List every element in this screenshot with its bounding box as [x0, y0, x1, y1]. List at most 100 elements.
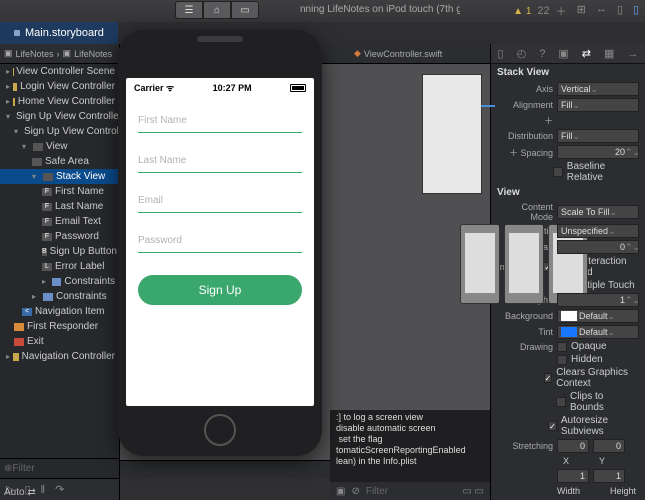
email-field[interactable]: [138, 189, 302, 213]
checkbox-ctb[interactable]: [556, 397, 566, 407]
size-inspector-icon[interactable]: ▦: [604, 47, 614, 60]
debug-console[interactable]: :] to log a screen view disable automati…: [330, 410, 490, 482]
checkbox-cgc[interactable]: [544, 373, 553, 383]
toolbar-btn-home[interactable]: ⌂: [203, 1, 231, 19]
step-over-icon[interactable]: ↷: [55, 483, 64, 496]
storyboard-icon: [14, 30, 20, 36]
panel-right-icon[interactable]: ▯: [633, 3, 639, 19]
nav-breadcrumb[interactable]: ▣ LifeNotes › ▣ LifeNotes: [0, 44, 119, 64]
label-alignment: Alignment: [497, 100, 553, 110]
outline-error-label[interactable]: LError Label: [0, 259, 119, 274]
checkbox-opaque[interactable]: [557, 342, 567, 352]
console-filter[interactable]: Filter: [366, 486, 388, 497]
textfield-icon: F: [42, 233, 52, 241]
constraints-icon: [52, 278, 61, 286]
identity-inspector-icon[interactable]: ▣: [558, 47, 568, 60]
scene-login-vc[interactable]: ▸Login View Controller: [0, 79, 119, 94]
select-contentmode[interactable]: Scale To Fill⌄: [557, 205, 639, 219]
breadcrumb-project[interactable]: LifeNotes: [16, 49, 54, 59]
scene-icon: [13, 83, 17, 91]
label-distribution: Distribution: [497, 131, 553, 141]
outline-tf-email[interactable]: FEmail Text: [0, 214, 119, 229]
plus-icon[interactable]: ＋: [556, 3, 567, 19]
password-field[interactable]: [138, 229, 302, 253]
signup-button[interactable]: Sign Up: [138, 275, 302, 305]
select-background[interactable]: Default⌄: [557, 309, 639, 323]
outline-exit[interactable]: Exit: [0, 334, 119, 349]
checkbox-ars[interactable]: [548, 421, 557, 431]
checkbox-baseline[interactable]: [553, 167, 562, 177]
outline-constraints[interactable]: ▸Constraints: [0, 289, 119, 304]
canvas-device-1[interactable]: [460, 224, 500, 304]
input-stretch-h[interactable]: 1: [593, 469, 625, 483]
scene-view-controller[interactable]: ▸View Controller Scene: [0, 64, 119, 79]
outline-tf-last[interactable]: FLast Name: [0, 199, 119, 214]
scene-nav-controller[interactable]: ▸Navigation Controller: [0, 349, 119, 364]
last-name-field[interactable]: [138, 149, 302, 173]
panel-left-icon[interactable]: ▯: [617, 3, 623, 19]
input-stretch-w[interactable]: 1: [557, 469, 589, 483]
breadcrumb-group[interactable]: LifeNotes: [74, 49, 112, 59]
review-icon[interactable]: ↔: [596, 3, 607, 19]
textfield-icon: F: [42, 203, 52, 211]
outline-first-responder[interactable]: First Responder: [0, 319, 119, 334]
console-panels-icon[interactable]: ▭ ▭: [462, 486, 484, 497]
checkbox-hidden[interactable]: [557, 355, 567, 365]
toolbar-btn-standard[interactable]: ☰: [175, 1, 203, 19]
connections-inspector-icon[interactable]: →: [627, 48, 638, 60]
outline-tf-first[interactable]: FFirst Name: [0, 184, 119, 199]
label-contentmode: Content Mode: [497, 202, 553, 222]
outline-signup-vc[interactable]: ▾Sign Up View Controller: [0, 124, 119, 139]
textfield-icon: F: [42, 218, 52, 226]
scene-icon: [13, 353, 18, 361]
main-toolbar: ☰ ⌂ ▭ nning LifeNotes on iPod touch (7th…: [0, 0, 645, 22]
scene-home-vc[interactable]: ▸Home View Controller: [0, 94, 119, 109]
canvas-preview-large[interactable]: [422, 74, 482, 194]
warning-badge[interactable]: ▲ 1: [513, 6, 531, 17]
help-inspector-icon[interactable]: ?: [539, 48, 545, 60]
input-spacing[interactable]: 20⌃⌄: [557, 145, 639, 159]
attributes-inspector-icon[interactable]: ⇄: [582, 47, 591, 60]
outline-signup-btn[interactable]: BSign Up Button: [0, 244, 119, 259]
toolbar-view-buttons: ☰ ⌂ ▭: [175, 1, 259, 19]
library-icon[interactable]: ⊞: [577, 3, 586, 19]
outline-filter[interactable]: ⊕ Filter: [0, 458, 119, 478]
carrier-label: Carrier: [134, 83, 164, 93]
build-status: nning LifeNotes on iPod touch (7th gener…: [300, 4, 460, 15]
console-output-icon[interactable]: ▣: [336, 486, 345, 497]
input-alpha[interactable]: 1⌃⌄: [557, 293, 639, 307]
input-stretch-x[interactable]: 0: [557, 439, 589, 453]
tab-viewcontroller-swift[interactable]: ◆ ViewController.swift: [346, 48, 450, 59]
outline-constraints-inner[interactable]: ▸Constraints: [0, 274, 119, 289]
label-height: Height: [610, 486, 636, 496]
outline-tf-password[interactable]: FPassword: [0, 229, 119, 244]
select-tint[interactable]: Default⌄: [557, 325, 639, 339]
console-footer: ▣ ⊘ Filter ▭ ▭: [330, 482, 490, 500]
outline-stackview[interactable]: ▾Stack View: [0, 169, 119, 184]
inspector-tabs: ▯ ◴ ? ▣ ⇄ ▦ →: [491, 44, 645, 64]
outline-safearea[interactable]: Safe Area: [0, 154, 119, 169]
outline-view[interactable]: ▾View: [0, 139, 119, 154]
info-badge[interactable]: 22: [537, 5, 549, 17]
exit-icon: [14, 338, 24, 346]
outline-navitem[interactable]: <Navigation Item: [0, 304, 119, 319]
canvas-device-2[interactable]: [504, 224, 544, 304]
select-axis[interactable]: Vertical⌄: [557, 82, 639, 96]
input-stretch-y[interactable]: 0: [593, 439, 625, 453]
select-semantic[interactable]: Unspecified⌄: [557, 224, 639, 238]
home-button[interactable]: [204, 414, 236, 446]
toolbar-btn-version[interactable]: ▭: [231, 1, 259, 19]
continue-icon[interactable]: ‖: [41, 484, 46, 496]
safearea-icon: [32, 158, 42, 166]
file-inspector-icon[interactable]: ▯: [498, 47, 504, 60]
label-axis: Axis: [497, 84, 553, 94]
history-inspector-icon[interactable]: ◴: [517, 47, 527, 60]
tab-main-storyboard[interactable]: Main.storyboard: [0, 22, 118, 44]
input-tag[interactable]: 0⌃⌄: [557, 240, 639, 254]
scene-signup-vc[interactable]: ▾Sign Up View Controller: [0, 109, 119, 124]
console-trash-icon[interactable]: ⊘: [351, 486, 359, 497]
select-alignment[interactable]: Fill⌄: [557, 98, 639, 112]
auto-layout-badge[interactable]: Auto ⇄: [4, 487, 36, 498]
select-distribution[interactable]: Fill⌄: [557, 129, 639, 143]
first-name-field[interactable]: [138, 109, 302, 133]
